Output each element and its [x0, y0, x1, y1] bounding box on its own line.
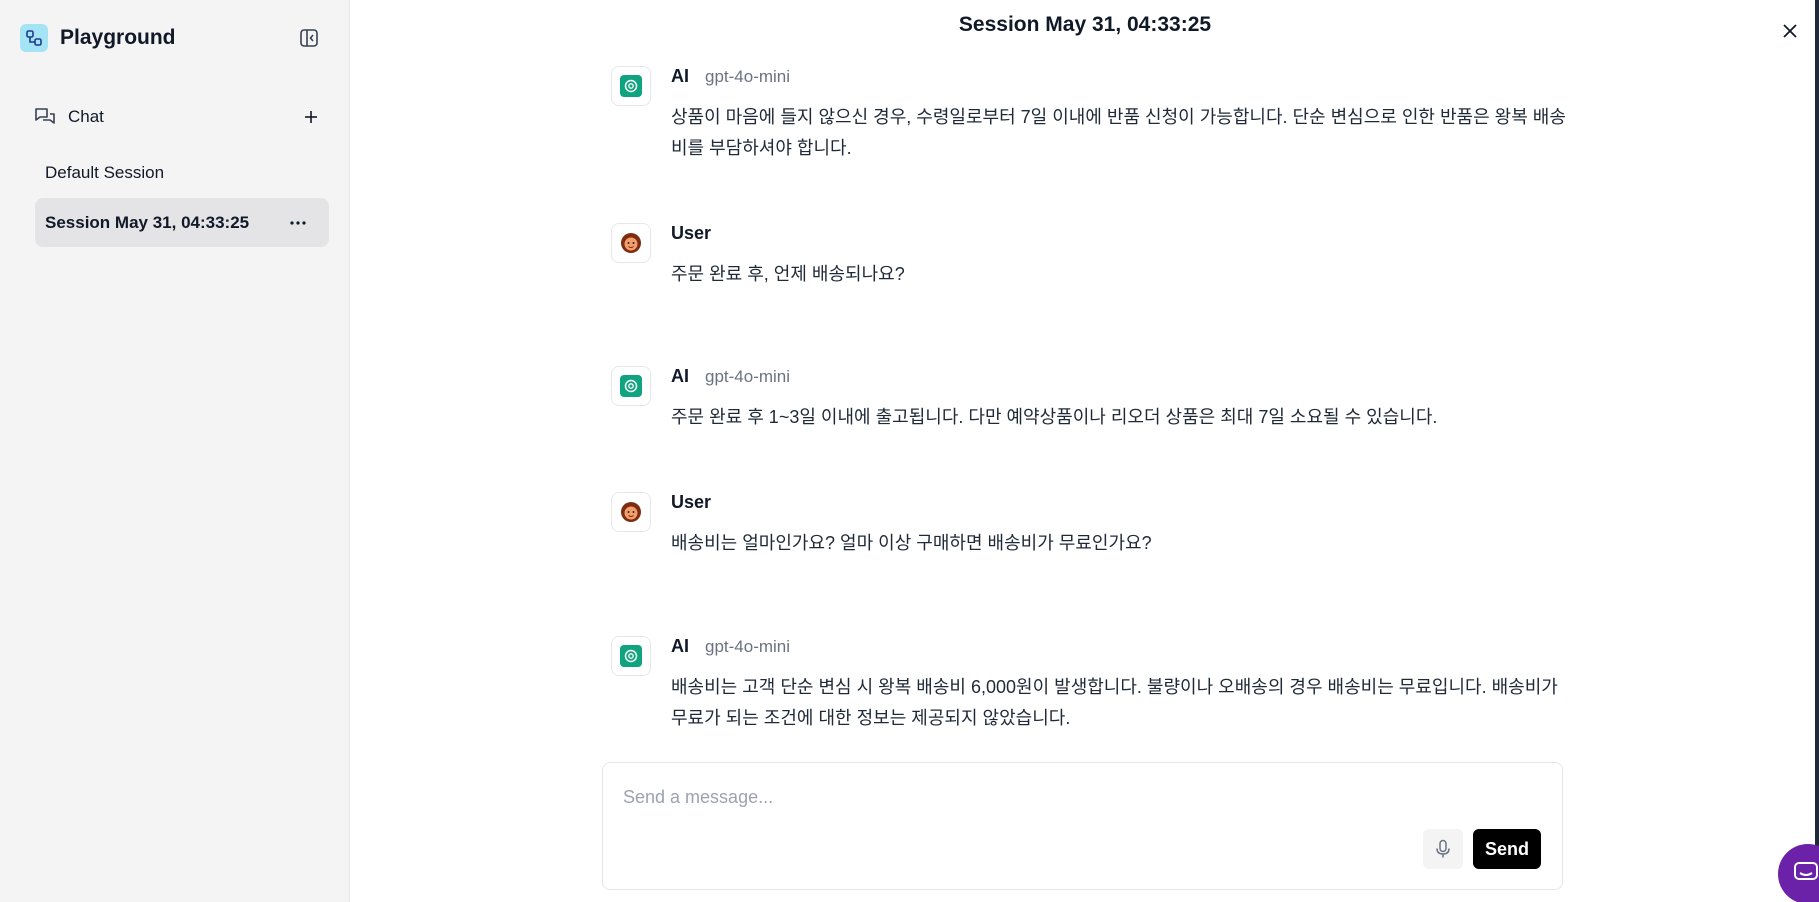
chat-section-label: Chat	[68, 107, 104, 126]
openai-icon	[620, 75, 642, 97]
message-text: 주문 완료 후 1~3일 이내에 출고됩니다. 다만 예약상품이나 리오더 상품…	[671, 407, 1438, 427]
more-horizontal-icon	[290, 221, 306, 225]
chat-support-icon	[1794, 862, 1818, 880]
message-model: gpt-4o-mini	[705, 67, 791, 86]
message-role: User	[671, 223, 712, 243]
session-item-label: Session May 31, 04:33:25	[45, 212, 250, 232]
brand: Playground	[20, 24, 176, 52]
message-input[interactable]	[623, 783, 1523, 811]
window-scrollbar[interactable]	[1815, 0, 1819, 902]
message-role: AI	[671, 366, 689, 386]
ai-avatar	[611, 366, 651, 406]
chat-main: Session May 31, 04:33:25 AI gpt-4o-mini …	[351, 0, 1819, 902]
message-role: AI	[671, 66, 689, 86]
message-composer: Send	[602, 762, 1563, 890]
plus-icon	[305, 111, 317, 123]
message-role: AI	[671, 636, 689, 656]
user-avatar	[611, 223, 651, 263]
ai-avatar	[611, 66, 651, 106]
microphone-icon	[1436, 839, 1450, 858]
session-item-label: Default Session	[45, 162, 165, 182]
user-face-icon	[621, 502, 641, 522]
message-model: gpt-4o-mini	[705, 367, 791, 386]
sidebar: Playground Chat Default Session Session …	[0, 0, 350, 902]
new-chat-button[interactable]	[298, 104, 324, 130]
session-item-default[interactable]: Default Session	[35, 148, 329, 197]
session-item-active[interactable]: Session May 31, 04:33:25	[35, 198, 329, 247]
close-button[interactable]	[1777, 18, 1803, 44]
chat-bubbles-icon	[35, 108, 55, 124]
send-button[interactable]: Send	[1473, 829, 1541, 869]
message-text: 배송비는 고객 단순 변심 시 왕복 배송비 6,000원이 발생합니다. 불량…	[671, 677, 1558, 728]
page-title: Session May 31, 04:33:25	[958, 13, 1212, 36]
sidebar-collapse-icon	[300, 29, 318, 47]
openai-icon	[620, 375, 642, 397]
message-role: User	[671, 492, 712, 512]
user-face-icon	[621, 233, 641, 253]
message-text: 상품이 마음에 들지 않으신 경우, 수령일로부터 7일 이내에 반품 신청이 …	[671, 107, 1566, 158]
message-text: 배송비는 얼마인가요? 얼마 이상 구매하면 배송비가 무료인가요?	[671, 533, 1152, 553]
openai-icon	[620, 645, 642, 667]
message-model: gpt-4o-mini	[705, 637, 791, 656]
message-text: 주문 완료 후, 언제 배송되나요?	[671, 264, 905, 284]
playground-logo-icon	[20, 24, 48, 52]
chat-section-header: Chat	[34, 104, 324, 130]
voice-input-button[interactable]	[1423, 829, 1463, 869]
brand-title: Playground	[60, 26, 176, 49]
user-avatar	[611, 492, 651, 532]
ai-avatar	[611, 636, 651, 676]
session-more-button[interactable]	[285, 210, 311, 236]
close-icon	[1783, 24, 1797, 38]
sidebar-collapse-button[interactable]	[296, 25, 322, 51]
